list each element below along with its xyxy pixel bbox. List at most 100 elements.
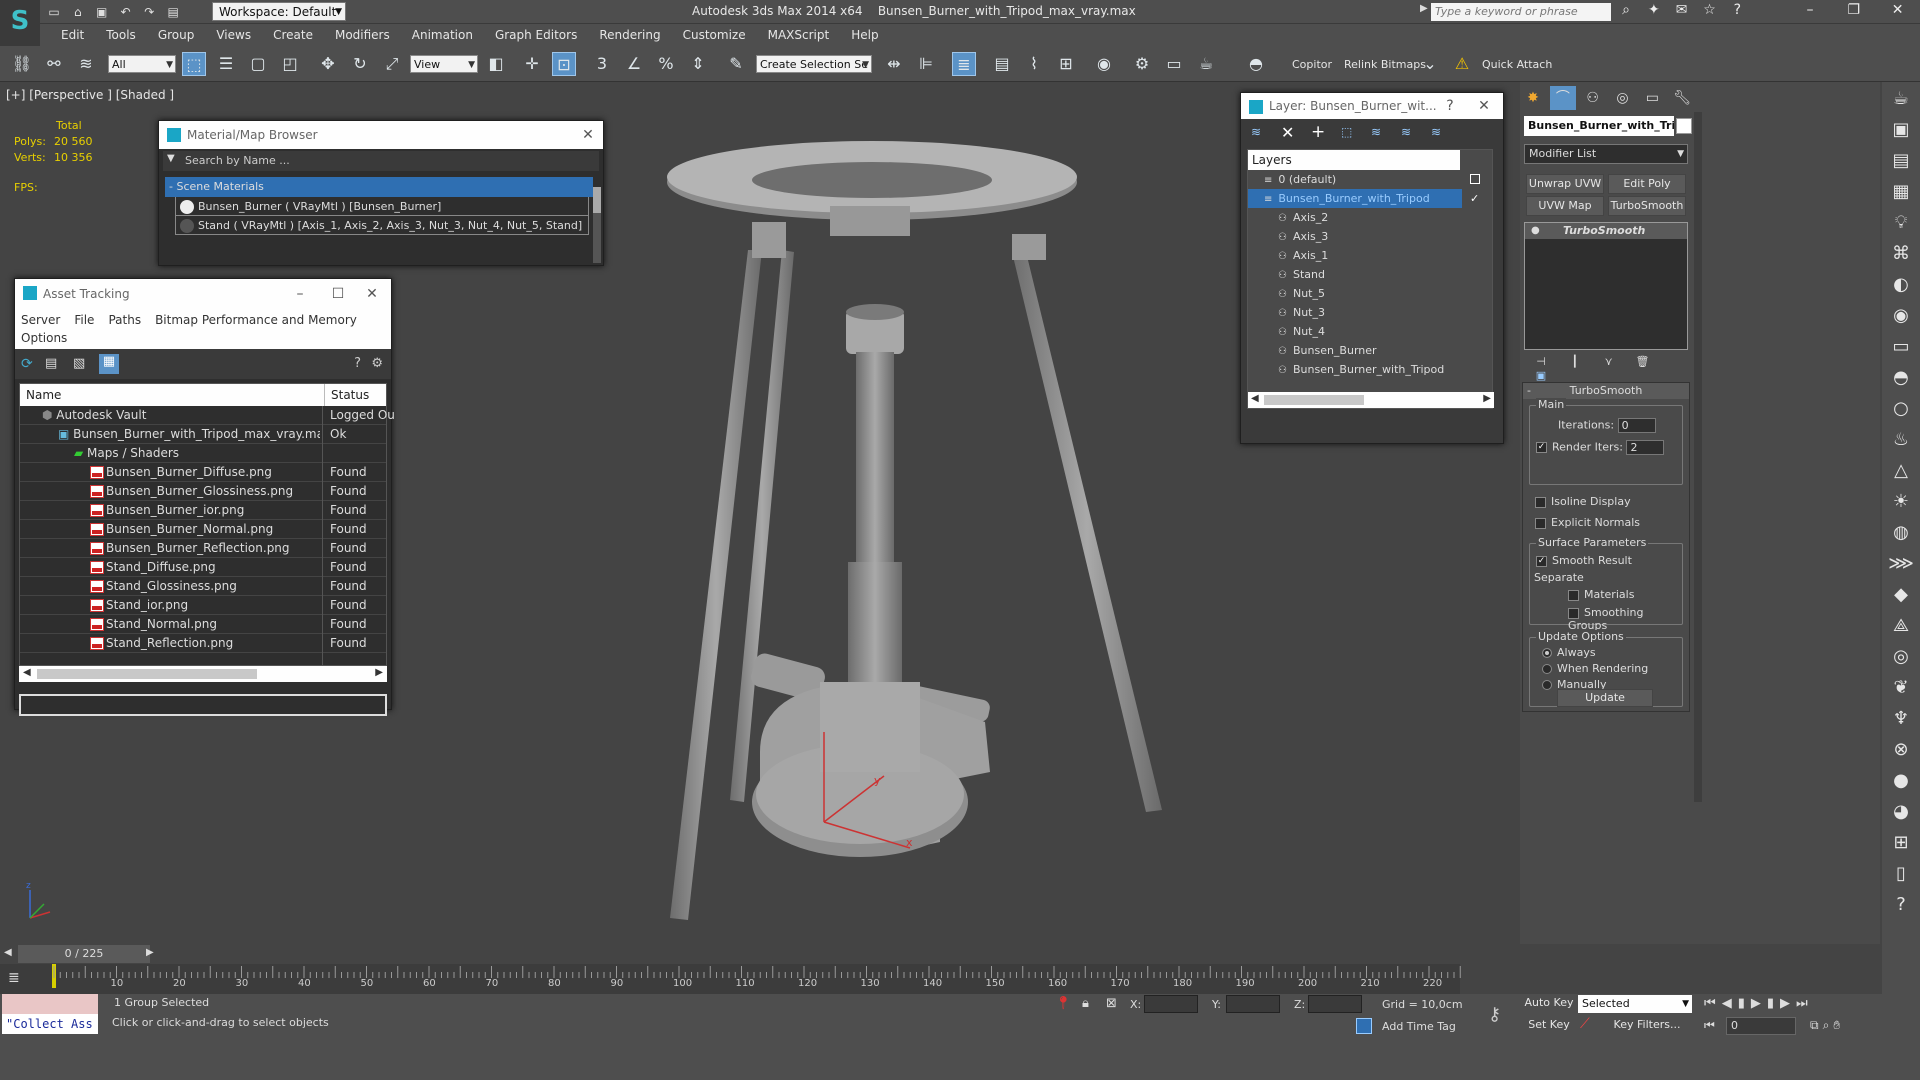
refresh-icon[interactable]: ⟳ — [21, 356, 33, 372]
make-unique-icon[interactable]: ⋎ — [1594, 355, 1624, 368]
select-object-icon[interactable]: ⬚ — [182, 52, 206, 76]
chevron-left-icon[interactable]: ◀ — [1251, 393, 1259, 404]
maximize-icon[interactable]: ❐ — [1834, 2, 1874, 18]
maxscript-listener-pink[interactable] — [2, 994, 98, 1014]
previous-frame-icon[interactable]: ◀▮ — [1722, 996, 1751, 1011]
hair-icon[interactable]: ♆ — [1886, 705, 1916, 733]
uvw-map-button[interactable]: UVW Map — [1526, 196, 1604, 216]
object-name-field[interactable]: Bunsen_Burner_with_Trip — [1524, 116, 1674, 136]
table-row[interactable]: Bunsen_Burner_Diffuse.png Found — [20, 463, 386, 482]
stack-item-turbosmooth[interactable]: ● TurboSmooth — [1525, 223, 1687, 239]
camera-icon[interactable]: ⌘ — [1886, 240, 1916, 268]
table-row[interactable]: Bunsen_Burner_Reflection.png Found — [20, 539, 386, 558]
menu-animation[interactable]: Animation — [401, 24, 484, 46]
material-search-input[interactable]: Search by Name ... — [185, 154, 290, 167]
auto-key-button[interactable]: Auto Key — [1524, 994, 1574, 1014]
update-always-row[interactable]: Always — [1542, 646, 1596, 659]
time-slider[interactable]: ◀ 0 / 225 ▶ — [0, 944, 1510, 964]
current-layer-checkbox[interactable] — [1470, 174, 1480, 184]
motion-tab-icon[interactable]: ◎ — [1609, 86, 1635, 110]
x-coordinate-field[interactable] — [1144, 995, 1198, 1013]
asset-path-field[interactable] — [19, 694, 387, 716]
select-move-icon[interactable]: ✥ — [316, 52, 340, 76]
materials-checkbox[interactable] — [1568, 589, 1579, 601]
smoothing-groups-row[interactable]: Smoothing Groups — [1568, 606, 1682, 632]
table-row[interactable]: Bunsen_Burner_ior.png Found — [20, 501, 386, 520]
highlight-layer-icon[interactable]: ≋ — [1371, 125, 1381, 139]
update-when-rendering-row[interactable]: When Rendering — [1542, 662, 1648, 675]
copitor-button[interactable]: Copitor — [1292, 58, 1332, 71]
configure-sets-icon[interactable]: ▣ — [1526, 369, 1556, 382]
schematic-view-icon[interactable]: ⊞ — [1054, 52, 1078, 76]
material-editor-icon[interactable]: ◉ — [1092, 52, 1116, 76]
pan-icon[interactable]: ✋︎ — [1833, 1018, 1844, 1032]
menu-help[interactable]: Help — [840, 24, 889, 46]
menu-rendering[interactable]: Rendering — [588, 24, 671, 46]
link-icon[interactable]: ⛓ — [10, 52, 34, 76]
menu-create[interactable]: Create — [262, 24, 324, 46]
unwrap-uvw-button[interactable]: Unwrap UVW — [1526, 174, 1604, 194]
table-row[interactable]: Bunsen_Burner_Normal.png Found — [20, 520, 386, 539]
new-file-icon[interactable]: ▭ — [44, 3, 64, 21]
menu-group[interactable]: Group — [147, 24, 206, 46]
object-color-swatch[interactable] — [1676, 118, 1692, 134]
close-icon[interactable]: ✕ — [357, 279, 387, 309]
update-button[interactable]: Update — [1557, 689, 1653, 707]
snaps-toggle-icon[interactable]: 3 — [590, 52, 614, 76]
modifier-list-dropdown[interactable]: Modifier List ▼ — [1524, 144, 1688, 164]
set-key-icon[interactable]: ⚷ — [1488, 1004, 1501, 1025]
smooth-result-checkbox[interactable]: ✓ — [1536, 555, 1547, 567]
plant-icon[interactable]: ❦ — [1886, 674, 1916, 702]
help-icon[interactable]: ? — [1725, 2, 1749, 18]
asset-menu-file[interactable]: File — [74, 313, 94, 327]
table-row[interactable]: Bunsen_Burner_Glossiness.png Found — [20, 482, 386, 501]
app-menu-button[interactable]: S — [0, 0, 40, 46]
layer-item[interactable]: ⚇ Nut_3 — [1248, 303, 1462, 322]
update-manually-radio[interactable] — [1542, 680, 1552, 690]
asset-menu-server[interactable]: Server — [21, 313, 60, 327]
add-time-tag-button[interactable]: Add Time Tag — [1382, 1020, 1456, 1033]
show-end-result-icon[interactable]: ┃ — [1560, 355, 1590, 368]
explicit-normals-row[interactable]: Explicit Normals — [1535, 516, 1640, 529]
select-scale-icon[interactable]: ⤢ — [380, 52, 404, 76]
material-item[interactable]: Bunsen_Burner ( VRayMtl ) [Bunsen_Burner… — [175, 197, 589, 216]
help-icon[interactable]: ? — [1435, 93, 1465, 119]
search-options-icon[interactable]: ▼ — [167, 153, 175, 164]
undo-icon[interactable]: ↶ — [115, 3, 135, 21]
keyboard-shortcut-override-icon[interactable]: ⊡ — [552, 52, 576, 76]
render-frame-icon[interactable]: ▤ — [1886, 147, 1916, 175]
delete-layer-icon[interactable]: ✕ — [1281, 123, 1294, 142]
layer-explorer-icon[interactable]: ≣ — [952, 52, 976, 76]
lightbulb-icon[interactable]: ● — [1531, 223, 1540, 239]
settings-icon[interactable]: ⚙ — [371, 356, 383, 371]
maximize-icon[interactable]: ☐ — [323, 279, 353, 309]
y-coordinate-field[interactable] — [1226, 995, 1280, 1013]
utilities-tab-icon[interactable]: 🔧︎ — [1669, 86, 1695, 110]
render-setup-icon[interactable]: ⚙ — [1130, 52, 1154, 76]
scene-materials-group[interactable]: - Scene Materials — [165, 177, 593, 197]
close-icon[interactable]: ✕ — [1469, 93, 1499, 119]
minimize-icon[interactable]: – — [285, 279, 315, 309]
command-panel-scrollbar[interactable] — [1694, 112, 1702, 802]
table-row[interactable]: Stand_Glossiness.png Found — [20, 577, 386, 596]
close-icon[interactable]: ✕ — [573, 121, 603, 149]
layer-item[interactable]: ⚇ Stand — [1248, 265, 1462, 284]
layer-hscrollbar[interactable]: ◀ ▶ — [1248, 392, 1494, 408]
ox-icon[interactable]: ⊗ — [1886, 736, 1916, 764]
chevron-left-icon[interactable]: ◀ — [23, 667, 31, 678]
ribbon-icon[interactable]: ▤ — [990, 52, 1014, 76]
proxy-icon[interactable]: ⟁ — [1886, 612, 1916, 640]
go-to-start-icon[interactable]: ⏮ — [1704, 996, 1722, 1011]
plane-icon[interactable]: ▭ — [1886, 333, 1916, 361]
menu-graph-editors[interactable]: Graph Editors — [484, 24, 588, 46]
iterations-spinner[interactable]: 0 — [1617, 418, 1656, 433]
chevron-double-down-icon[interactable]: ⌄ — [1418, 52, 1442, 76]
table-view-icon[interactable]: ▦ — [99, 354, 119, 374]
communication-icon[interactable]: ✉ — [1670, 2, 1694, 18]
layer-item[interactable]: ⚇ Nut_4 — [1248, 322, 1462, 341]
sphere-wire-icon[interactable]: ◐ — [1886, 271, 1916, 299]
teapot-icon[interactable]: ☕ — [1886, 85, 1916, 113]
sun-icon[interactable]: ☀ — [1886, 488, 1916, 516]
light-bulb-icon[interactable]: 💡︎ — [1886, 209, 1916, 237]
displacement-icon[interactable]: ◆ — [1886, 581, 1916, 609]
